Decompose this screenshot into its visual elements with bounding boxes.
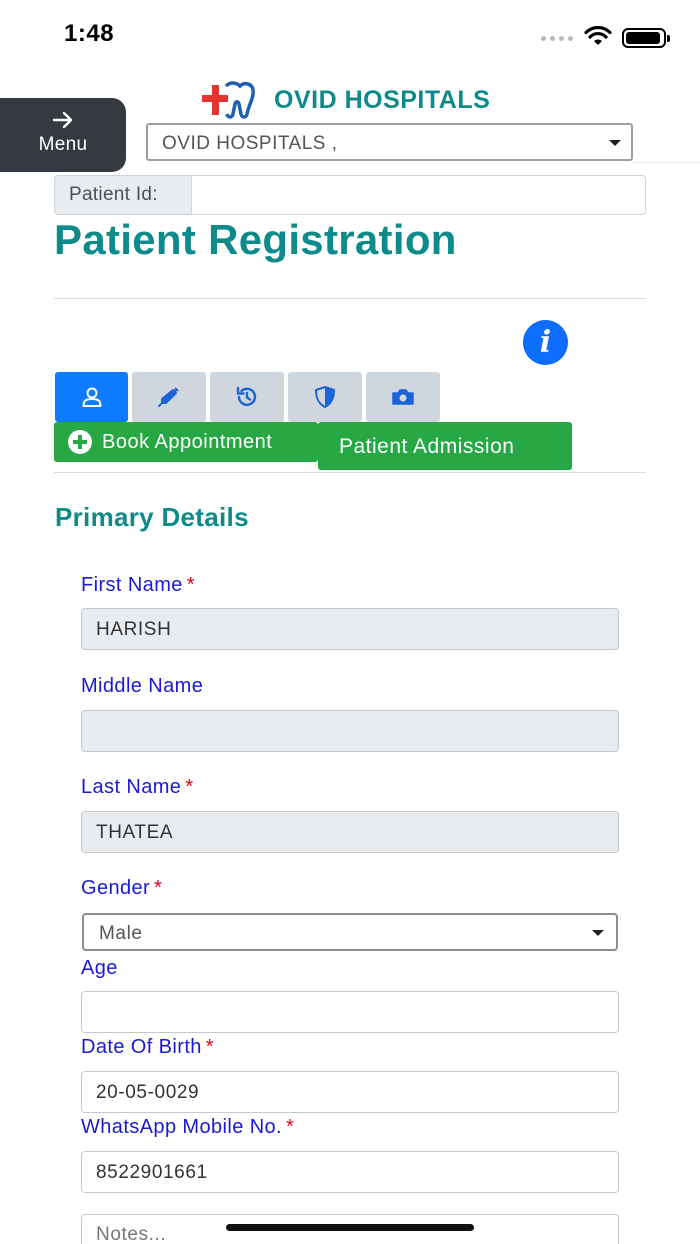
user-icon xyxy=(82,387,101,407)
section-title: Primary Details xyxy=(55,502,249,532)
required-marker: * xyxy=(205,1036,214,1058)
patient-admission-label: Patient Admission xyxy=(339,435,515,458)
tab-history[interactable] xyxy=(210,372,284,422)
last-name-field[interactable]: THATEA xyxy=(81,811,619,853)
arrow-right-icon xyxy=(52,111,73,129)
info-button[interactable]: i xyxy=(523,320,568,365)
patient-id-input[interactable] xyxy=(192,175,646,215)
tab-personal[interactable] xyxy=(55,372,128,422)
divider xyxy=(54,472,646,473)
first-name-label: First Name * xyxy=(81,574,195,596)
tab-photo[interactable] xyxy=(366,372,440,422)
whatsapp-label: WhatsApp Mobile No. * xyxy=(81,1116,295,1138)
chevron-down-icon xyxy=(592,930,604,936)
tab-insurance[interactable] xyxy=(288,372,362,422)
tab-vaccination[interactable] xyxy=(132,372,206,422)
battery-icon xyxy=(622,28,670,48)
hospital-select-value: OVID HOSPITALS , xyxy=(162,133,338,154)
signal-icon xyxy=(541,36,573,41)
dob-label: Date Of Birth * xyxy=(81,1036,214,1058)
gender-label: Gender * xyxy=(81,877,163,899)
header-divider xyxy=(633,162,700,163)
gender-select[interactable]: Male xyxy=(82,913,618,951)
history-icon xyxy=(236,386,257,406)
menu-label: Menu xyxy=(38,134,88,155)
dob-field[interactable]: 20-05-0029 xyxy=(81,1071,619,1113)
divider xyxy=(54,298,646,299)
status-bar: 1:48 xyxy=(0,0,700,70)
middle-name-field[interactable] xyxy=(81,710,619,752)
first-name-field[interactable]: HARISH xyxy=(81,608,619,650)
required-marker: * xyxy=(185,776,194,798)
shield-icon xyxy=(315,386,335,408)
brand-name: OVID HOSPITALS xyxy=(274,85,491,114)
age-field[interactable] xyxy=(81,991,619,1033)
menu-button[interactable]: Menu xyxy=(0,98,126,172)
wifi-icon xyxy=(584,26,612,45)
hospital-select[interactable]: OVID HOSPITALS , xyxy=(146,123,633,161)
required-marker: * xyxy=(286,1116,295,1138)
patient-id-label: Patient Id: xyxy=(54,175,192,215)
brand-logo: OVID HOSPITALS xyxy=(200,80,490,120)
middle-name-label: Middle Name xyxy=(81,675,204,697)
status-time: 1:48 xyxy=(64,20,115,47)
book-appointment-label: Book Appointment xyxy=(102,431,273,453)
page-title: Patient Registration xyxy=(54,216,457,263)
chevron-down-icon xyxy=(609,140,621,146)
gender-select-value: Male xyxy=(99,923,143,944)
plus-circle-icon xyxy=(68,430,92,454)
whatsapp-field[interactable]: 8522901661 xyxy=(81,1151,619,1193)
patient-admission-button[interactable]: Patient Admission xyxy=(318,422,572,470)
age-label: Age xyxy=(81,957,118,979)
last-name-label: Last Name * xyxy=(81,776,194,798)
tab-bar xyxy=(55,372,440,422)
required-marker: * xyxy=(186,574,195,596)
syringe-icon xyxy=(158,387,179,407)
patient-id-group: Patient Id: xyxy=(54,175,646,215)
camera-icon xyxy=(392,389,414,405)
home-indicator xyxy=(226,1224,474,1231)
hospital-logo-icon xyxy=(202,81,255,119)
required-marker: * xyxy=(154,877,163,899)
book-appointment-button[interactable]: Book Appointment xyxy=(54,422,318,462)
